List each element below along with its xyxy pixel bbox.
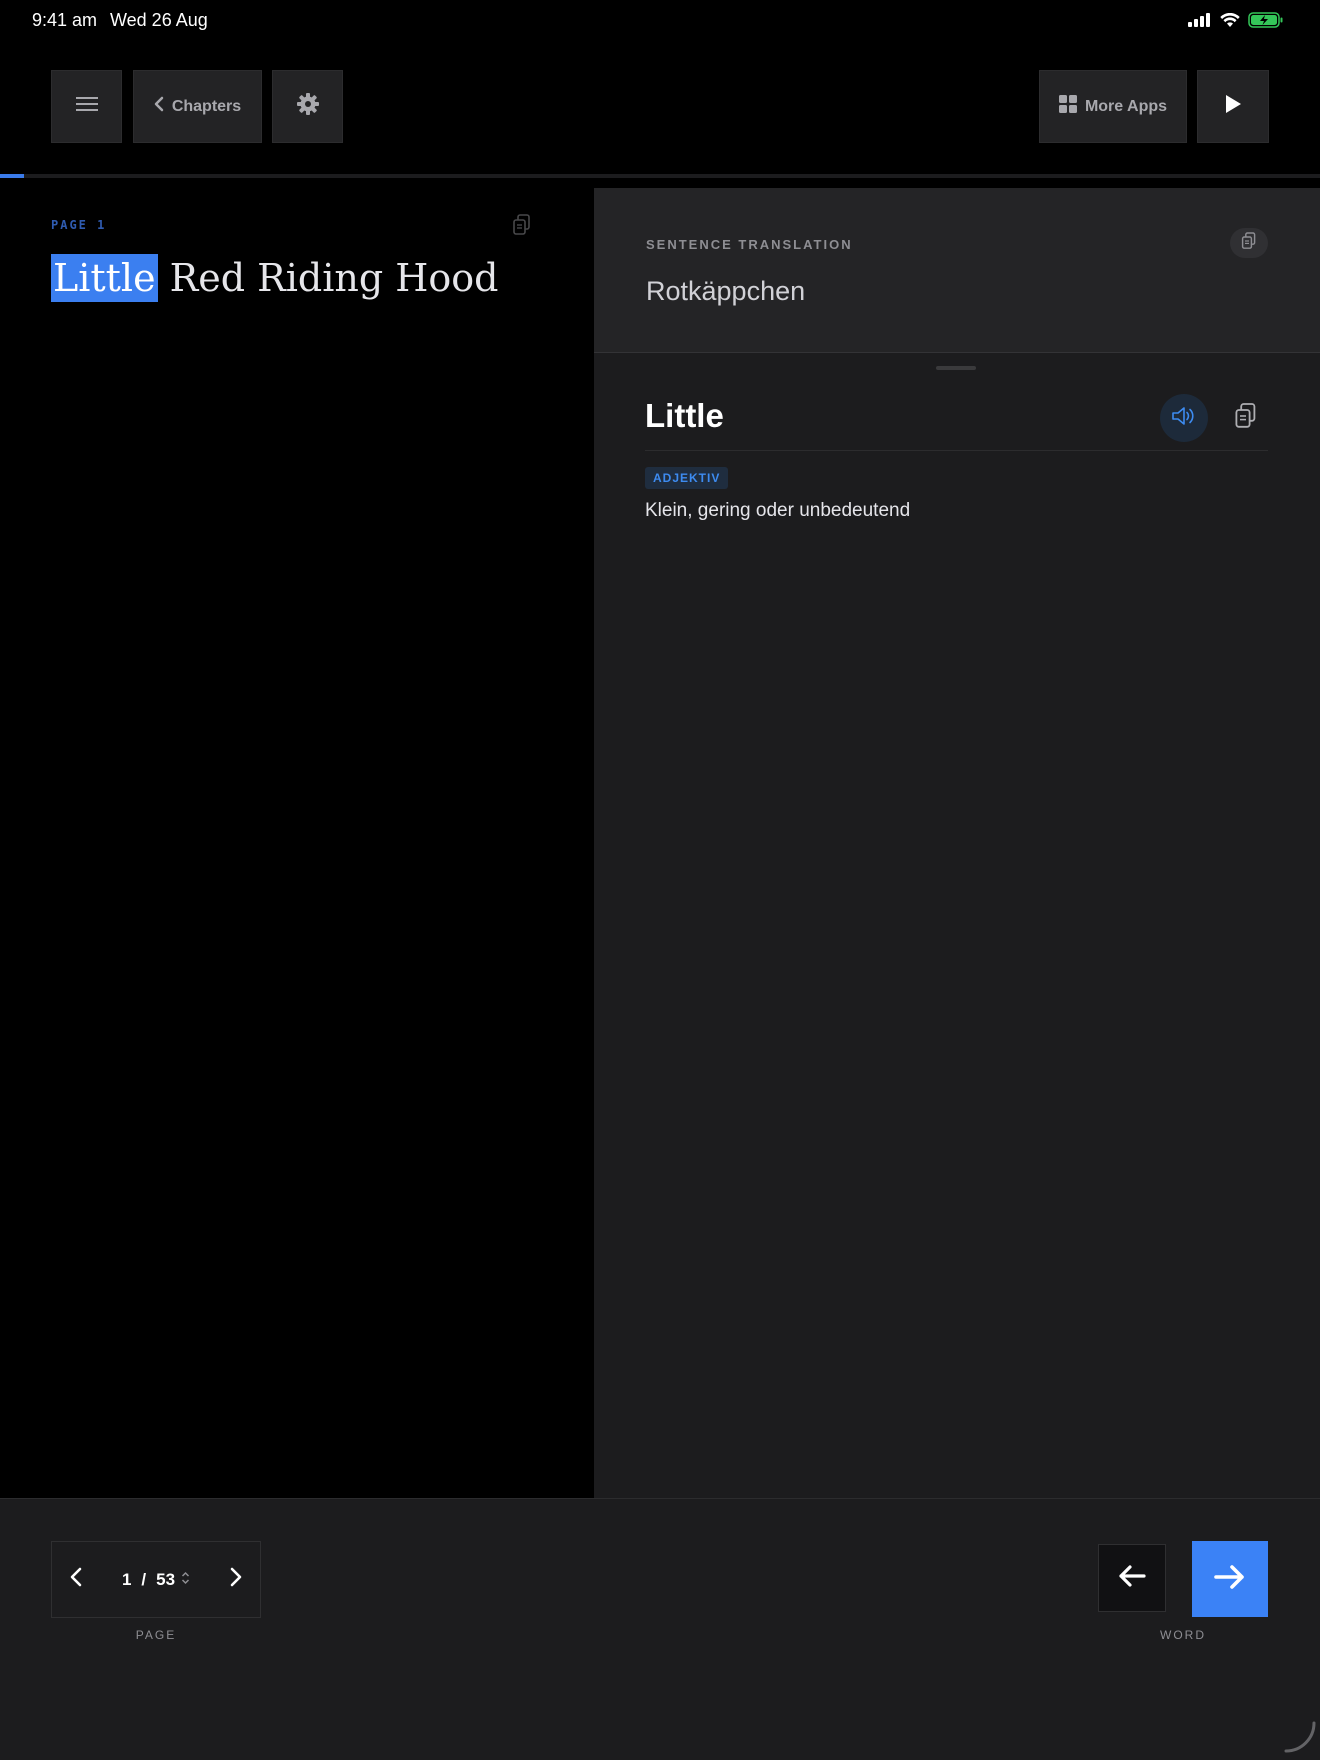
speaker-icon bbox=[1171, 405, 1197, 432]
play-icon bbox=[1224, 94, 1242, 119]
copy-icon bbox=[1241, 231, 1257, 255]
page-separator: / bbox=[141, 1569, 147, 1589]
word-nav-label: WORD bbox=[1160, 1628, 1206, 1642]
settings-button[interactable] bbox=[272, 70, 343, 143]
previous-word-button[interactable] bbox=[1098, 1544, 1166, 1612]
more-apps-label: More Apps bbox=[1084, 97, 1168, 115]
status-time: 9:41 am bbox=[32, 10, 98, 30]
chevron-right-icon bbox=[230, 1567, 242, 1592]
gear-icon bbox=[296, 92, 320, 121]
copy-icon bbox=[512, 214, 532, 240]
status-bar: 9:41 am Wed 26 Aug bbox=[0, 0, 1320, 42]
resize-corner-icon bbox=[1284, 1721, 1316, 1758]
play-button[interactable] bbox=[1197, 70, 1269, 143]
copy-translation-button[interactable] bbox=[1230, 228, 1268, 258]
status-icons bbox=[1188, 12, 1284, 33]
next-word-button[interactable] bbox=[1192, 1541, 1268, 1617]
current-page: 1 bbox=[121, 1569, 132, 1589]
page-pager: 1 / 53 bbox=[51, 1541, 261, 1618]
word-definition: Klein, gering oder unbedeutend bbox=[645, 500, 911, 521]
grid-icon bbox=[1058, 95, 1077, 118]
pager-label: PAGE bbox=[135, 1628, 177, 1642]
reading-progress-bar bbox=[0, 174, 1320, 178]
sentence-translation-label: SENTENCE TRANSLATION bbox=[646, 237, 853, 252]
copy-page-button[interactable] bbox=[512, 214, 532, 241]
sentence-rest[interactable]: Red Riding Hood bbox=[158, 256, 499, 300]
reading-progress-fill bbox=[0, 174, 24, 178]
chapters-label: Chapters bbox=[171, 97, 242, 115]
translation-panel: SENTENCE TRANSLATION Rotkäppchen Little … bbox=[594, 188, 1320, 1498]
chevron-left-icon bbox=[154, 96, 164, 117]
part-of-speech-badge: ADJEKTIV bbox=[645, 467, 729, 489]
arrow-left-icon bbox=[1118, 1564, 1146, 1592]
sentence-translation-box: SENTENCE TRANSLATION Rotkäppchen bbox=[594, 188, 1320, 353]
menu-button[interactable] bbox=[51, 70, 122, 143]
more-apps-button[interactable]: More Apps bbox=[1039, 70, 1187, 143]
bottom-bar: 1 / 53 PAGE WORD bbox=[0, 1498, 1320, 1760]
battery-charging-icon bbox=[1248, 12, 1284, 33]
hamburger-icon bbox=[75, 97, 98, 116]
up-down-chevron-icon bbox=[181, 1570, 190, 1590]
arrow-right-icon bbox=[1214, 1564, 1246, 1595]
page-label: PAGE 1 bbox=[51, 218, 107, 232]
chapters-button[interactable]: Chapters bbox=[133, 70, 262, 143]
cellular-signal-icon bbox=[1188, 13, 1212, 32]
copy-word-button[interactable] bbox=[1230, 400, 1262, 436]
next-page-button[interactable] bbox=[212, 1542, 260, 1617]
total-pages: 53 bbox=[156, 1569, 176, 1589]
chevron-left-icon bbox=[70, 1567, 82, 1592]
drag-handle[interactable] bbox=[936, 366, 976, 370]
status-date: Wed 26 Aug bbox=[110, 10, 208, 30]
divider bbox=[645, 450, 1268, 451]
toolbar: Chapters More Apps bbox=[0, 70, 1320, 144]
pronounce-button[interactable] bbox=[1160, 394, 1208, 442]
reading-pane: PAGE 1 Little Red Riding Hood bbox=[0, 188, 593, 1498]
highlighted-word[interactable]: Little bbox=[51, 254, 158, 302]
wifi-icon bbox=[1220, 12, 1240, 33]
sentence-translation-text: Rotkäppchen bbox=[646, 276, 806, 306]
previous-page-button[interactable] bbox=[52, 1542, 100, 1617]
reading-sentence: Little Red Riding Hood bbox=[51, 254, 499, 302]
page-selector[interactable]: 1 / 53 bbox=[100, 1570, 212, 1590]
copy-icon bbox=[1234, 402, 1258, 435]
word-title: Little bbox=[645, 397, 724, 434]
